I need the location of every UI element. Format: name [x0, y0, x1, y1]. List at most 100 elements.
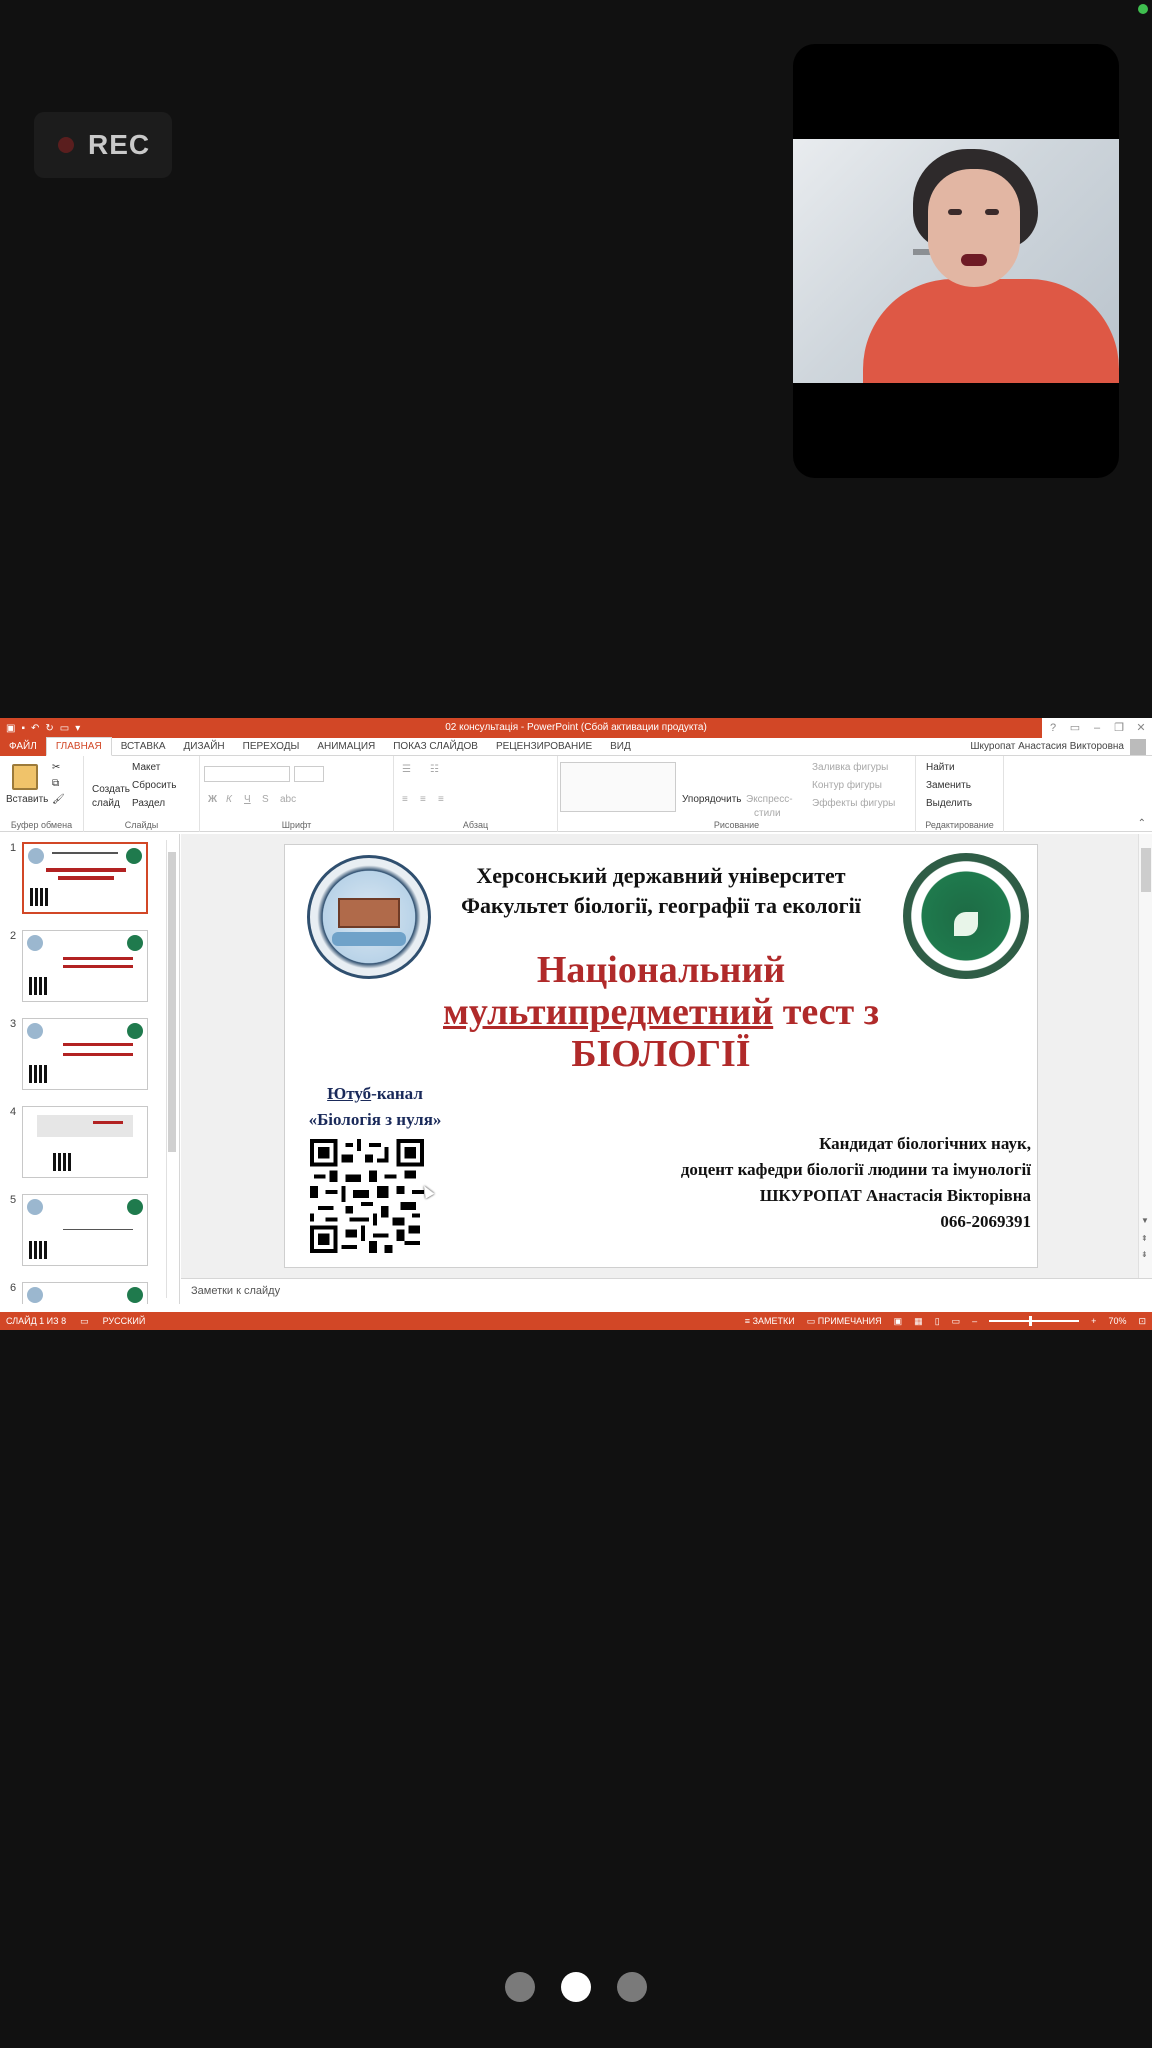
slide-thumbnail[interactable] [22, 1106, 148, 1178]
copy-icon[interactable]: ⧉ [52, 778, 59, 789]
align-center-icon[interactable]: ≡ [420, 794, 426, 805]
comments-icon: ▭ [806, 1315, 818, 1326]
align-right-icon[interactable]: ≡ [438, 794, 444, 805]
slide-thumbnail[interactable] [22, 1018, 148, 1090]
slide-thumbnail[interactable] [22, 1194, 148, 1266]
participant-video-feed [793, 139, 1119, 383]
page-dot-active[interactable] [561, 1972, 591, 2002]
shadow-icon[interactable]: S [262, 794, 269, 805]
find-button[interactable]: Найти [926, 762, 955, 773]
slide-scroll-thumb[interactable] [1141, 848, 1151, 892]
university-logo-building [338, 898, 400, 928]
thumbnail-qr [29, 1241, 47, 1259]
numbering-icon[interactable]: ☷ [430, 764, 439, 775]
cut-icon[interactable]: ✂ [52, 762, 60, 773]
zoom-level[interactable]: 70% [1108, 1316, 1126, 1326]
zoom-in-icon[interactable]: + [1091, 1316, 1096, 1326]
thumbnail-title-line [93, 1121, 123, 1124]
ribbon-display-icon[interactable]: ▭ [1064, 718, 1086, 738]
tab-transitions[interactable]: ПЕРЕХОДЫ [234, 738, 309, 756]
shape-outline-button[interactable]: Контур фигуры [812, 780, 882, 791]
fit-slide-icon[interactable]: ⊡ [1138, 1316, 1146, 1327]
collapse-ribbon-icon[interactable]: ⌃ [1138, 818, 1146, 829]
window-controls: ? ▭ – ❐ ✕ [1042, 718, 1152, 738]
thumbnail-logo-right [127, 1199, 143, 1215]
align-left-icon[interactable]: ≡ [402, 794, 408, 805]
user-name[interactable]: Шкуропат Анастасия Викторовна [970, 741, 1124, 752]
close-icon[interactable]: ✕ [1130, 718, 1152, 738]
current-slide[interactable]: Херсонський державний університет Факуль… [284, 844, 1038, 1268]
reading-view-icon[interactable]: ▯ [935, 1316, 940, 1327]
select-button[interactable]: Выделить [926, 798, 972, 809]
slideshow-view-icon[interactable]: ▭ [952, 1316, 961, 1327]
format-painter-icon[interactable]: 🖌 [52, 794, 65, 805]
slide-sorter-icon[interactable]: ▦ [914, 1316, 923, 1327]
paste-button[interactable]: Вставить [6, 794, 48, 805]
section-button[interactable]: Раздел [132, 798, 165, 809]
tab-animations[interactable]: АНИМАЦИЯ [308, 738, 384, 756]
slide-thumbnail[interactable] [22, 930, 148, 1002]
tab-slideshow[interactable]: ПОКАЗ СЛАЙДОВ [384, 738, 487, 756]
replace-button[interactable]: Заменить [926, 780, 971, 791]
group-drawing: Упорядочить Экспресс- стили Заливка фигу… [558, 756, 916, 832]
shape-effects-button[interactable]: Эффекты фигуры [812, 798, 895, 809]
maximize-icon[interactable]: ❐ [1108, 718, 1130, 738]
slide-editor: Херсонський державний університет Факуль… [181, 834, 1152, 1278]
font-size-select[interactable] [294, 766, 324, 782]
page-dot[interactable] [617, 1972, 647, 2002]
participant-eye-right [985, 209, 999, 215]
slide-scrollbar[interactable]: ▼ ⇞ ⇟ [1138, 834, 1152, 1278]
strikethrough-icon[interactable]: abc [280, 794, 296, 805]
thumbnails-scrollbar[interactable] [166, 840, 176, 1298]
participant-video-tile[interactable] [793, 44, 1119, 478]
zoom-slider-thumb[interactable] [1029, 1316, 1033, 1326]
avatar[interactable] [1130, 739, 1146, 755]
notes-pane[interactable]: Заметки к слайду [181, 1278, 1152, 1304]
group-slides: Создать слайд Макет Сбросить Раздел Слай… [84, 756, 200, 832]
thumbnail-qr [29, 977, 47, 995]
underline-icon[interactable]: Ч [244, 794, 251, 805]
new-slide-button[interactable]: Создать [92, 784, 130, 795]
thumbnail-number: 4 [10, 1106, 17, 1118]
font-family-select[interactable] [204, 766, 290, 782]
normal-view-icon[interactable]: ▣ [894, 1316, 903, 1327]
slide-thumbnail[interactable] [22, 1282, 148, 1304]
author-degree: Кандидат біологічних наук, [819, 1134, 1031, 1153]
tab-insert[interactable]: ВСТАВКА [112, 738, 175, 756]
slide-thumbnail[interactable] [22, 842, 148, 914]
bullets-icon[interactable]: ☰ [402, 764, 411, 775]
zoom-slider[interactable] [989, 1316, 1080, 1326]
scroll-down-arrow-icon[interactable]: ▼ [1141, 1216, 1149, 1225]
next-slide-icon[interactable]: ⇟ [1141, 1250, 1148, 1259]
tab-review[interactable]: РЕЦЕНЗИРОВАНИЕ [487, 738, 601, 756]
zoom-out-icon[interactable]: – [972, 1316, 977, 1326]
tab-design[interactable]: ДИЗАЙН [175, 738, 234, 756]
italic-icon[interactable]: К [226, 794, 232, 805]
page-dot[interactable] [505, 1972, 535, 2002]
participant-eye-left [948, 209, 962, 215]
quick-styles-button[interactable]: Экспресс- [746, 794, 793, 805]
participant-lips [961, 254, 987, 266]
comments-toggle-button[interactable]: ▭ ПРИМЕЧАНИЯ [807, 1316, 882, 1327]
notes-toggle-button[interactable]: ≡ ЗАМЕТКИ [745, 1316, 795, 1326]
shapes-gallery[interactable] [560, 762, 676, 812]
arrange-button[interactable]: Упорядочить [682, 794, 742, 805]
spellcheck-icon[interactable]: ▭ [80, 1316, 89, 1327]
new-slide-button-line2[interactable]: слайд [92, 798, 120, 809]
minimize-icon[interactable]: – [1086, 718, 1108, 738]
previous-slide-icon[interactable]: ⇞ [1141, 1234, 1148, 1243]
language-indicator[interactable]: РУССКИЙ [103, 1316, 146, 1327]
faculty-logo-leaf [954, 912, 978, 936]
tab-home[interactable]: ГЛАВНАЯ [45, 737, 112, 756]
thumbnail-number: 1 [10, 842, 17, 854]
tab-file[interactable]: ФАЙЛ [0, 737, 46, 756]
layout-button[interactable]: Макет [132, 762, 160, 773]
quick-styles-button-line2[interactable]: стили [754, 808, 781, 819]
thumbnails-scroll-thumb[interactable] [168, 852, 176, 1152]
reset-button[interactable]: Сбросить [132, 780, 176, 791]
slide-faculty: Факультет біології, географії та екологі… [461, 893, 861, 918]
bold-icon[interactable]: Ж [208, 794, 217, 805]
tab-view[interactable]: ВИД [601, 738, 640, 756]
help-icon[interactable]: ? [1042, 718, 1064, 738]
shape-fill-button[interactable]: Заливка фигуры [812, 762, 888, 773]
